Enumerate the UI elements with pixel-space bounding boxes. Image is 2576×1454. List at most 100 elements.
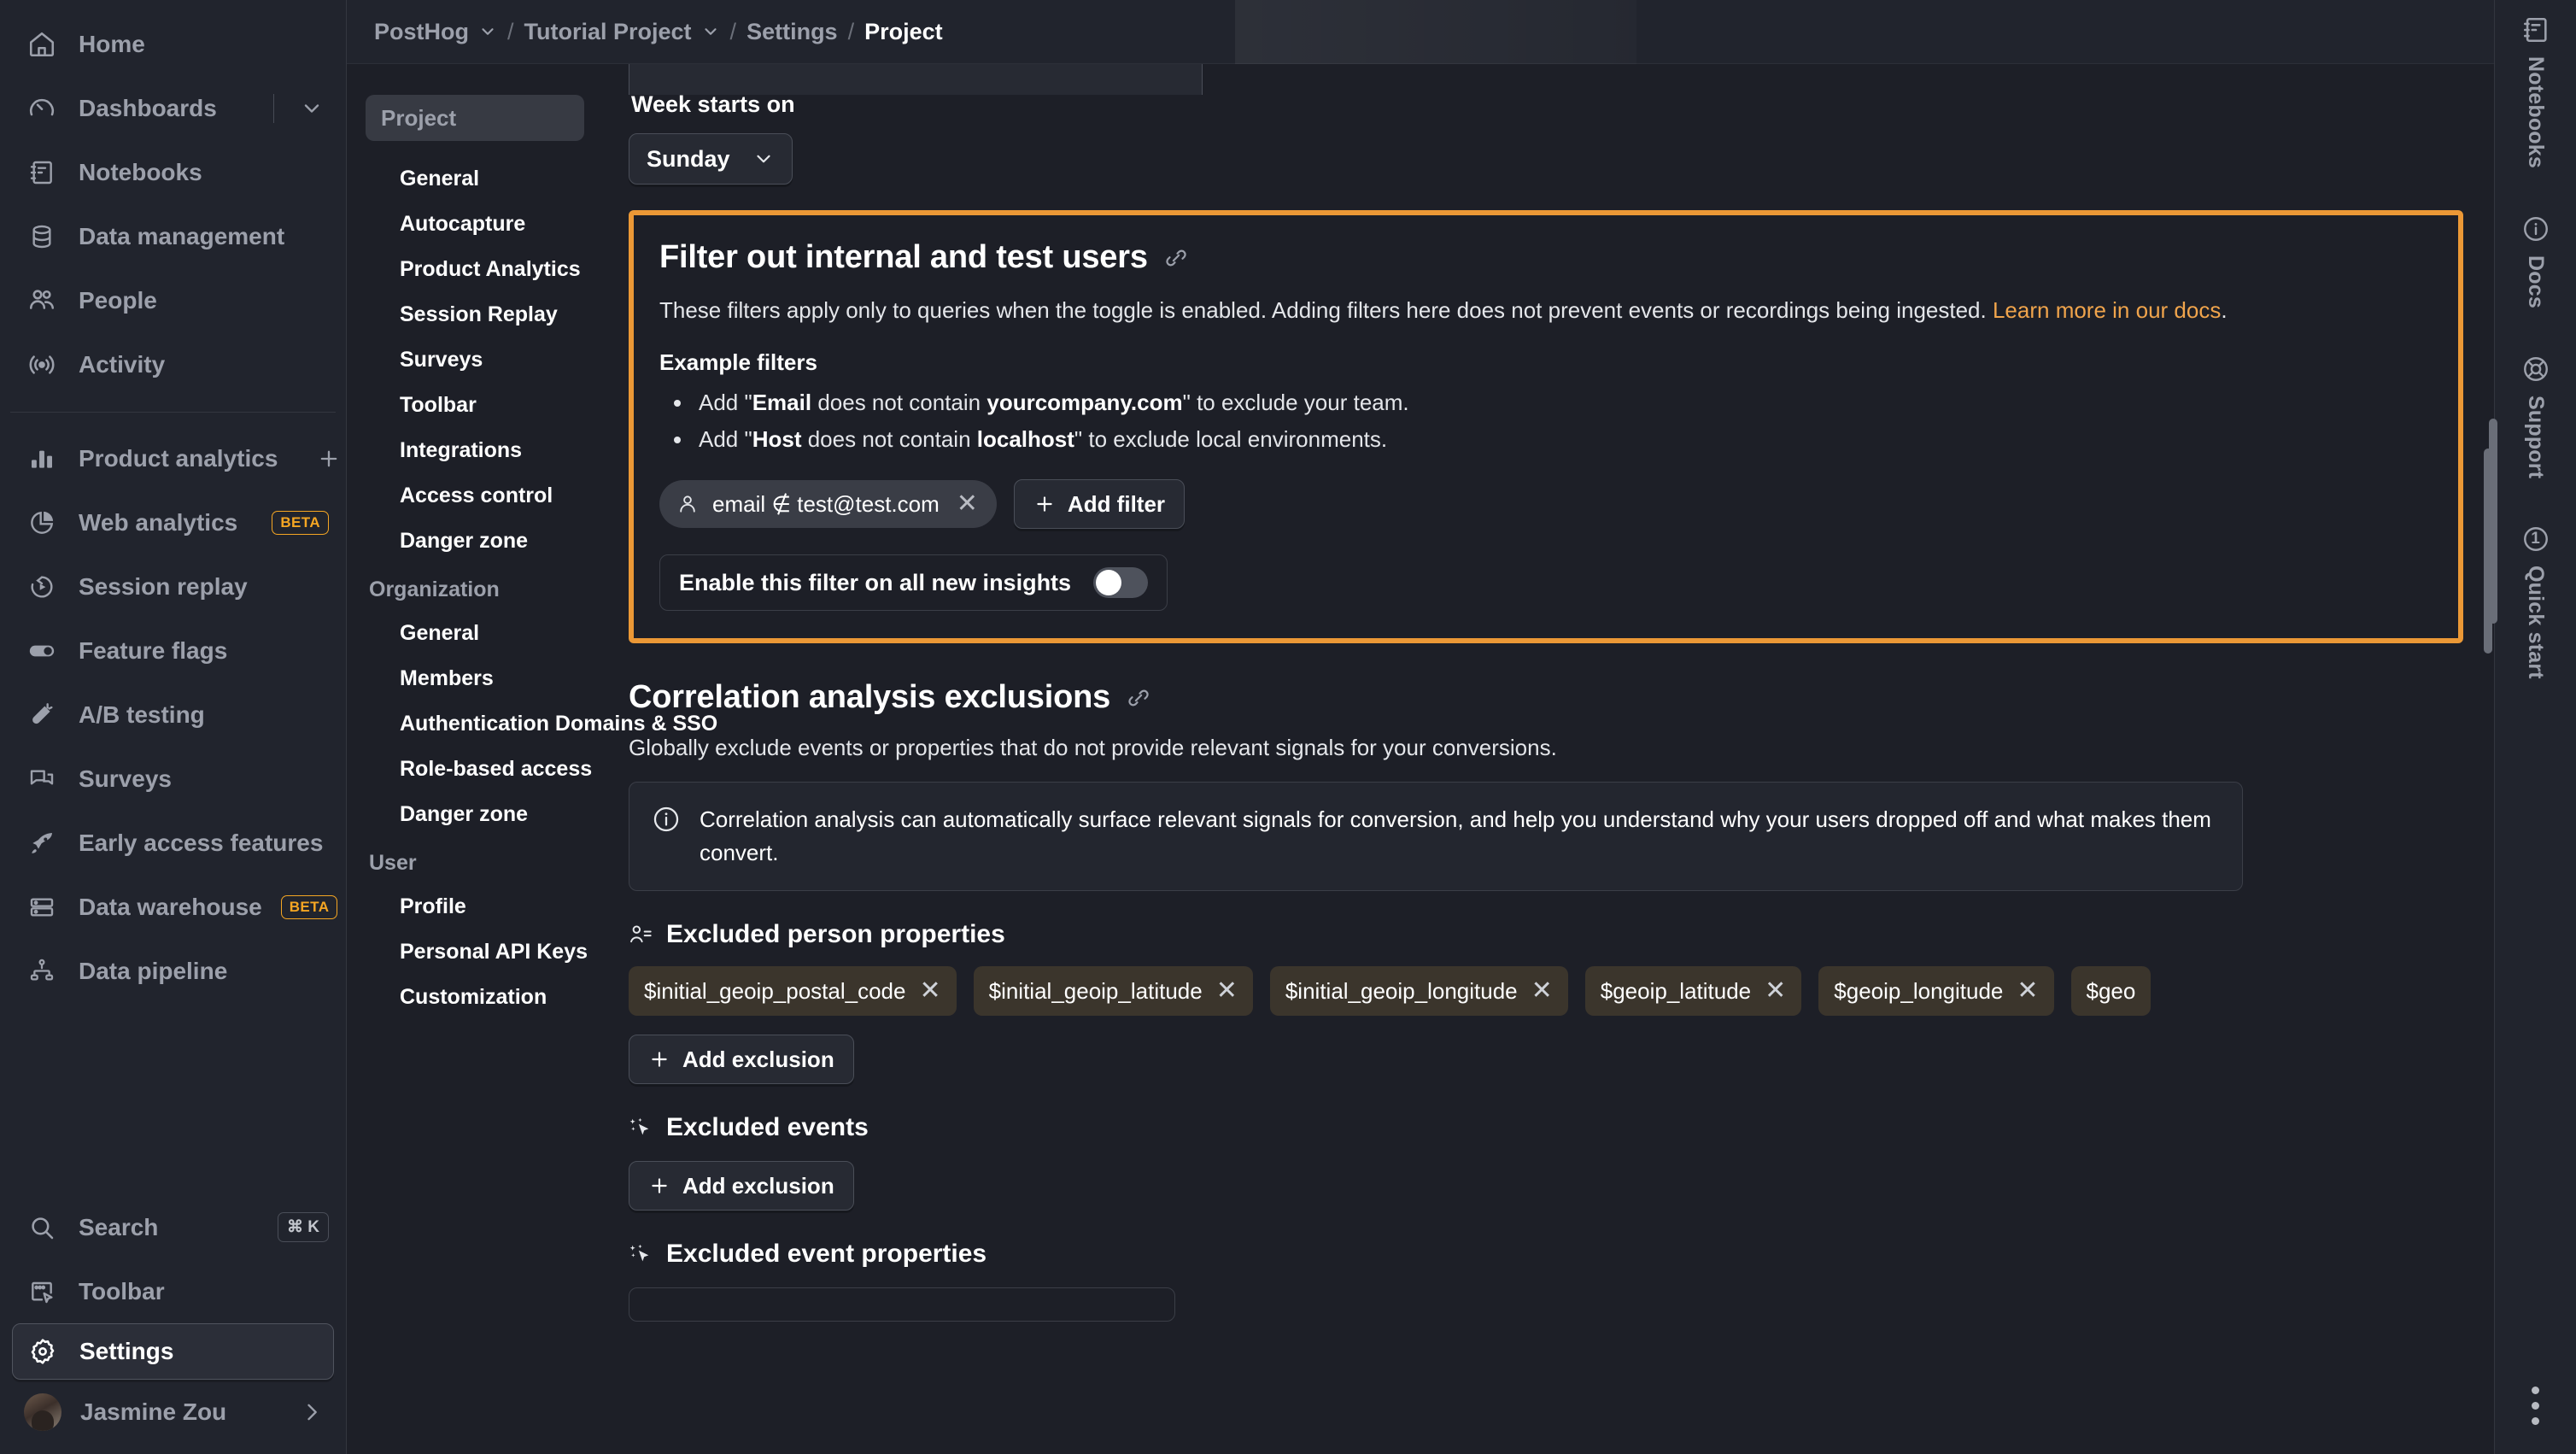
add-exclusion-events-button[interactable]: Add exclusion bbox=[629, 1161, 854, 1211]
settings-nav-surveys[interactable]: Surveys bbox=[366, 337, 584, 383]
filter-chip-email[interactable]: email ∉ test@test.com ✕ bbox=[659, 480, 997, 529]
breadcrumb-label: PostHog bbox=[374, 18, 469, 44]
chevron-down-icon[interactable] bbox=[295, 97, 329, 120]
enable-filter-toggle[interactable] bbox=[1093, 567, 1149, 599]
excluded-event-properties-heading: Excluded event properties bbox=[629, 1240, 2463, 1269]
close-icon[interactable]: ✕ bbox=[1765, 978, 1786, 1004]
breadcrumb: PostHog / Tutorial Project / Settings / … bbox=[347, 0, 2494, 64]
notebook-icon bbox=[24, 155, 60, 191]
right-sidebar-item-support[interactable]: Support bbox=[2521, 355, 2550, 478]
settings-nav-org-members[interactable]: Members bbox=[366, 656, 584, 701]
example-suffix: " to exclude local environments. bbox=[1074, 425, 1388, 452]
sidebar-item-ab-testing[interactable]: A/B testing bbox=[0, 683, 346, 747]
settings-nav-danger-zone[interactable]: Danger zone bbox=[366, 519, 584, 564]
sidebar-item-settings[interactable]: Settings bbox=[12, 1323, 334, 1380]
breadcrumb-item-settings[interactable]: Settings bbox=[746, 19, 838, 45]
settings-search-input[interactable]: Project bbox=[366, 95, 584, 141]
close-icon[interactable]: ✕ bbox=[1216, 978, 1238, 1004]
warehouse-icon bbox=[24, 889, 60, 925]
sidebar-item-activity[interactable]: Activity bbox=[0, 332, 346, 396]
settings-nav-session-replay[interactable]: Session Replay bbox=[366, 292, 584, 337]
description-text: These filters apply only to queries when… bbox=[659, 297, 1993, 323]
search-shortcut: ⌘ K bbox=[278, 1212, 329, 1242]
sidebar-item-user[interactable]: Jasmine Zou bbox=[0, 1380, 346, 1444]
sidebar-item-feature-flags[interactable]: Feature flags bbox=[0, 619, 346, 683]
sidebar-item-people[interactable]: People bbox=[0, 268, 346, 332]
more-vertical-icon[interactable] bbox=[2532, 1387, 2539, 1425]
sidebar-item-dashboards[interactable]: Dashboards bbox=[0, 76, 346, 140]
close-icon[interactable]: ✕ bbox=[919, 978, 940, 1004]
close-icon[interactable]: ✕ bbox=[1531, 978, 1553, 1004]
right-sidebar-item-docs[interactable]: Docs bbox=[2521, 214, 2550, 308]
add-filter-button[interactable]: Add filter bbox=[1013, 479, 1186, 530]
right-sidebar-item-notebooks[interactable]: Notebooks bbox=[2521, 15, 2550, 168]
correlation-info-callout: Correlation analysis can automatically s… bbox=[629, 782, 2243, 892]
exclusion-chip[interactable]: $initial_geoip_longitude ✕ bbox=[1269, 966, 1568, 1017]
enable-filter-toggle-row[interactable]: Enable this filter on all new insights bbox=[659, 554, 1168, 612]
filter-chip-label: email ∉ test@test.com bbox=[712, 490, 940, 517]
correlation-section-title-row: Correlation analysis exclusions bbox=[629, 679, 2463, 716]
sidebar-item-data-warehouse[interactable]: Data warehouse BETA bbox=[0, 875, 346, 939]
close-icon[interactable]: ✕ bbox=[2017, 978, 2038, 1004]
sidebar-item-surveys[interactable]: Surveys bbox=[0, 747, 346, 811]
add-exclusion-person-properties-button[interactable]: Add exclusion bbox=[629, 1035, 854, 1085]
link-icon[interactable] bbox=[1126, 685, 1151, 711]
settings-nav-user-profile[interactable]: Profile bbox=[366, 884, 584, 929]
sidebar-item-early-access-features[interactable]: Early access features bbox=[0, 811, 346, 875]
body-area: Project General Autocapture Product Anal… bbox=[347, 64, 2494, 1454]
exclusion-chip[interactable]: $geoip_latitude ✕ bbox=[1584, 966, 1802, 1017]
settings-nav-user-personal-api-keys[interactable]: Personal API Keys bbox=[366, 929, 588, 975]
breadcrumb-item-tutorial-project[interactable]: Tutorial Project bbox=[524, 19, 720, 45]
sidebar-item-product-analytics[interactable]: Product analytics bbox=[0, 426, 346, 490]
right-sidebar-item-quick-start[interactable]: 1 Quick start bbox=[2521, 525, 2550, 679]
sidebar-item-toolbar[interactable]: Toolbar bbox=[0, 1259, 346, 1323]
sidebar-item-search[interactable]: Search ⌘ K bbox=[0, 1195, 346, 1259]
settings-nav-user-customization[interactable]: Customization bbox=[366, 975, 584, 1020]
close-icon[interactable]: ✕ bbox=[957, 491, 978, 517]
plus-icon bbox=[648, 1175, 670, 1197]
subsection-label: Excluded person properties bbox=[666, 920, 1005, 949]
settings-nav-product-analytics[interactable]: Product Analytics bbox=[366, 247, 584, 292]
add-exclusion-label: Add exclusion bbox=[682, 1046, 834, 1072]
chevron-down-icon[interactable] bbox=[701, 22, 720, 41]
previous-field-partial bbox=[629, 64, 1203, 95]
settings-nav-org-role-based-access[interactable]: Role-based access bbox=[366, 747, 592, 792]
page-scrollbar[interactable] bbox=[2489, 419, 2497, 624]
settings-group-organization: General Members Authentication Domains &… bbox=[366, 611, 717, 837]
add-filter-label: Add filter bbox=[1067, 490, 1166, 517]
exclusion-chip[interactable]: $geoip_longitude ✕ bbox=[1818, 966, 2054, 1017]
chevron-right-icon[interactable] bbox=[295, 1400, 329, 1424]
settings-nav-toolbar[interactable]: Toolbar bbox=[366, 383, 584, 428]
learn-more-docs-link[interactable]: Learn more in our docs bbox=[1993, 297, 2221, 323]
settings-nav-org-general[interactable]: General bbox=[366, 611, 584, 656]
subsection-label: Excluded events bbox=[666, 1113, 869, 1142]
sidebar-item-web-analytics[interactable]: Web analytics BETA bbox=[0, 490, 346, 554]
week-starts-on-value: Sunday bbox=[647, 145, 730, 172]
settings-nav-org-danger-zone[interactable]: Danger zone bbox=[366, 792, 584, 837]
exclusion-chip[interactable]: $initial_geoip_latitude ✕ bbox=[973, 966, 1253, 1017]
exclusion-chip-truncated[interactable]: $geo bbox=[2070, 966, 2152, 1017]
list-item: Add "Host does not contain localhost" to… bbox=[694, 421, 2433, 458]
settings-nav-org-auth-domains-sso[interactable]: Authentication Domains & SSO bbox=[366, 701, 717, 747]
settings-nav-integrations[interactable]: Integrations bbox=[366, 428, 584, 473]
filter-section-title-row: Filter out internal and test users bbox=[659, 239, 2433, 276]
sidebar-item-notebooks[interactable]: Notebooks bbox=[0, 140, 346, 204]
sidebar-item-label: Dashboards bbox=[79, 94, 217, 121]
settings-nav-access-control[interactable]: Access control bbox=[366, 473, 584, 519]
settings-nav-general[interactable]: General bbox=[366, 156, 584, 202]
right-sidebar-label: Docs bbox=[2524, 255, 2548, 308]
settings-nav-autocapture[interactable]: Autocapture bbox=[366, 202, 584, 247]
week-starts-on-select[interactable]: Sunday bbox=[629, 133, 793, 185]
sidebar-item-session-replay[interactable]: Session replay bbox=[0, 554, 346, 619]
rocket-icon bbox=[24, 825, 60, 861]
link-icon[interactable] bbox=[1163, 245, 1189, 271]
breadcrumb-item-posthog[interactable]: PostHog bbox=[374, 19, 497, 45]
sidebar-item-data-pipeline[interactable]: Data pipeline bbox=[0, 939, 346, 1003]
plus-icon[interactable] bbox=[317, 447, 341, 471]
chevron-down-icon[interactable] bbox=[478, 22, 497, 41]
sidebar-item-label: Session replay bbox=[79, 572, 248, 600]
sidebar-item-data-management[interactable]: Data management bbox=[0, 204, 346, 268]
exclusion-chip[interactable]: $initial_geoip_postal_code ✕ bbox=[629, 966, 957, 1017]
sidebar-item-label: People bbox=[79, 286, 157, 314]
sidebar-item-home[interactable]: Home bbox=[0, 12, 346, 76]
